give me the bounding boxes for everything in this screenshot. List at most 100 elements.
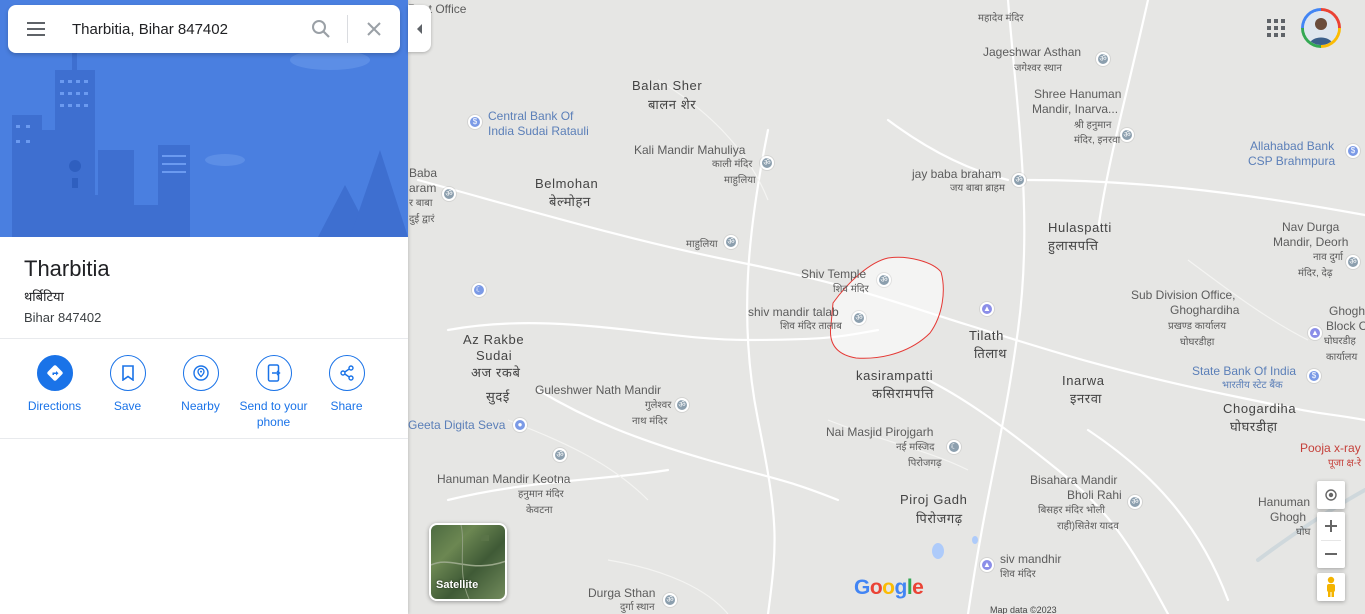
temple-pin-icon[interactable]: ॐ [1346, 255, 1360, 269]
bank-pin-icon[interactable]: $ [1346, 144, 1360, 158]
map-label: काली मंदिर [712, 159, 753, 170]
google-apps-icon[interactable] [1266, 18, 1286, 38]
temple-pin-icon[interactable]: ॐ [877, 273, 891, 287]
map-label: नाव दुर्गा [1313, 252, 1344, 263]
town-label: हुलासपत्ति [1048, 238, 1099, 253]
my-location-button[interactable] [1317, 481, 1345, 509]
map-label: प्रखण्ड कार्यालय [1168, 321, 1226, 332]
service-pin-icon[interactable]: ● [513, 418, 527, 432]
government-pin-icon[interactable]: ▲ [980, 558, 994, 572]
map-label: Jageshwar Asthan [983, 45, 1082, 59]
town-label: तिलाथ [974, 346, 1008, 361]
satellite-layer-toggle[interactable]: Satellite [429, 523, 507, 601]
map-label: महादेव मंदिर [978, 13, 1024, 24]
send-to-phone-button[interactable]: Send to your phone [237, 355, 310, 438]
map-label: दुई द्वारं [409, 214, 435, 225]
place-pin-icon[interactable]: ☾ [472, 283, 486, 297]
temple-pin-icon[interactable]: ॐ [663, 593, 677, 607]
map-label: Bholi Rahi [1067, 488, 1122, 502]
map-label: घोघरडीह [1324, 336, 1356, 347]
menu-icon[interactable] [8, 5, 64, 53]
map-label: siv mandhir [1000, 552, 1062, 566]
temple-pin-icon[interactable]: ॐ [1128, 495, 1142, 509]
map-label: मंदिर, इनरवा [1074, 135, 1121, 146]
map-label: माहुलिया [724, 175, 756, 186]
temple-pin-icon[interactable]: ॐ [724, 235, 738, 249]
government-pin-icon[interactable]: ▲ [980, 302, 994, 316]
temple-pin-icon[interactable]: ॐ [1012, 173, 1026, 187]
map-label: नाथ मंदिर [632, 416, 668, 427]
map-label: जय बाबा ब्राहम [950, 183, 1005, 194]
map-label: Shiv Temple [801, 267, 867, 281]
directions-button[interactable]: Directions [18, 355, 91, 438]
map-label: State Bank Of India [1192, 364, 1297, 378]
bank-pin-icon[interactable]: $ [468, 115, 482, 129]
search-icon[interactable] [295, 5, 347, 53]
map-label: aram [409, 181, 437, 195]
map-canvas[interactable]: Post Office महादेव मंदिर Jageshwar Astha… [408, 0, 1365, 614]
map-label: जगेश्वर स्थान [1014, 63, 1062, 74]
save-button[interactable]: Save [91, 355, 164, 438]
map-label: Hanuman [1258, 495, 1311, 509]
zoom-in-button[interactable] [1317, 512, 1345, 540]
satellite-label: Satellite [436, 579, 479, 591]
temple-pin-icon[interactable]: ॐ [760, 156, 774, 170]
nearby-button[interactable]: Nearby [164, 355, 237, 438]
map-label: Nai Masjid Pirojgarh [826, 425, 934, 439]
government-pin-icon[interactable]: ▲ [1308, 326, 1322, 340]
send-to-phone-icon [255, 355, 292, 391]
map-label: jay baba braham [912, 167, 1002, 181]
town-label: इनरवा [1070, 391, 1102, 406]
temple-pin-icon[interactable]: ॐ [1120, 128, 1134, 142]
map-label: हनुमान मंदिर [518, 489, 564, 500]
collapse-panel-button[interactable] [408, 5, 431, 52]
town-label: Tilath [969, 328, 1004, 343]
map-label: Mandir, Inarva... [1032, 102, 1119, 116]
town-label: Balan Sher [632, 78, 703, 93]
zoom-out-button[interactable] [1317, 541, 1345, 569]
caret-left-icon [416, 23, 422, 34]
temple-pin-icon[interactable]: ॐ [1096, 52, 1110, 66]
account-avatar[interactable] [1301, 8, 1341, 48]
map-footer: Map data ©2023 [990, 606, 1057, 614]
map-label: Baba [409, 166, 438, 180]
map-label: पिरोजगढ़ [908, 458, 942, 469]
place-title: Tharbitia [24, 256, 110, 281]
mosque-pin-icon[interactable]: ☾ [947, 440, 961, 454]
save-label: Save [113, 399, 142, 413]
town-label: Chogardiha [1223, 401, 1297, 416]
town-label: अज रकबे [471, 365, 521, 380]
map-label: Bisahara Mandir [1030, 473, 1118, 487]
town-label: Inarwa [1062, 373, 1105, 388]
pegman-street-view-button[interactable] [1317, 573, 1345, 601]
map-label: राही)सितेश यादव [1057, 521, 1119, 532]
town-label: कसिरामपत्ति [872, 386, 934, 401]
map-label: Hanuman Mandir Keotna [437, 472, 571, 486]
temple-pin-icon[interactable]: ॐ [442, 187, 456, 201]
map-label: दुर्गा स्थान [620, 602, 655, 613]
town-label: kasirampatti [856, 368, 934, 383]
map-label: Ghoghardiha [1170, 303, 1240, 317]
search-input[interactable] [64, 5, 295, 53]
my-location-icon [1325, 489, 1337, 501]
share-icon [328, 355, 365, 391]
map-label: shiv mandir talab [748, 305, 839, 319]
google-logo: Google [854, 576, 924, 599]
share-button[interactable]: Share [310, 355, 383, 438]
temple-pin-icon[interactable]: ॐ [553, 448, 567, 462]
map-label: Sub Division Office, [1131, 288, 1236, 302]
temple-pin-icon[interactable]: ॐ [852, 311, 866, 325]
town-label: पिरोजगढ़ [916, 511, 963, 526]
temple-pin-icon[interactable]: ॐ [675, 398, 689, 412]
town-label: बेल्मोहन [549, 194, 591, 209]
town-label: Belmohan [535, 176, 599, 191]
zoom-controls [1317, 512, 1345, 568]
town-label: Az Rakbe [463, 332, 525, 347]
place-info: Tharbitia थर्बिटिया Bihar 847402 [0, 237, 408, 339]
map-label: घोघरडीहा [1180, 337, 1215, 348]
map-label: श्री हनुमान [1074, 120, 1112, 131]
map-label: Ghogh [1270, 510, 1307, 524]
close-icon[interactable] [348, 5, 400, 53]
town-label: सुदई [486, 389, 510, 404]
bank-pin-icon[interactable]: $ [1307, 369, 1321, 383]
